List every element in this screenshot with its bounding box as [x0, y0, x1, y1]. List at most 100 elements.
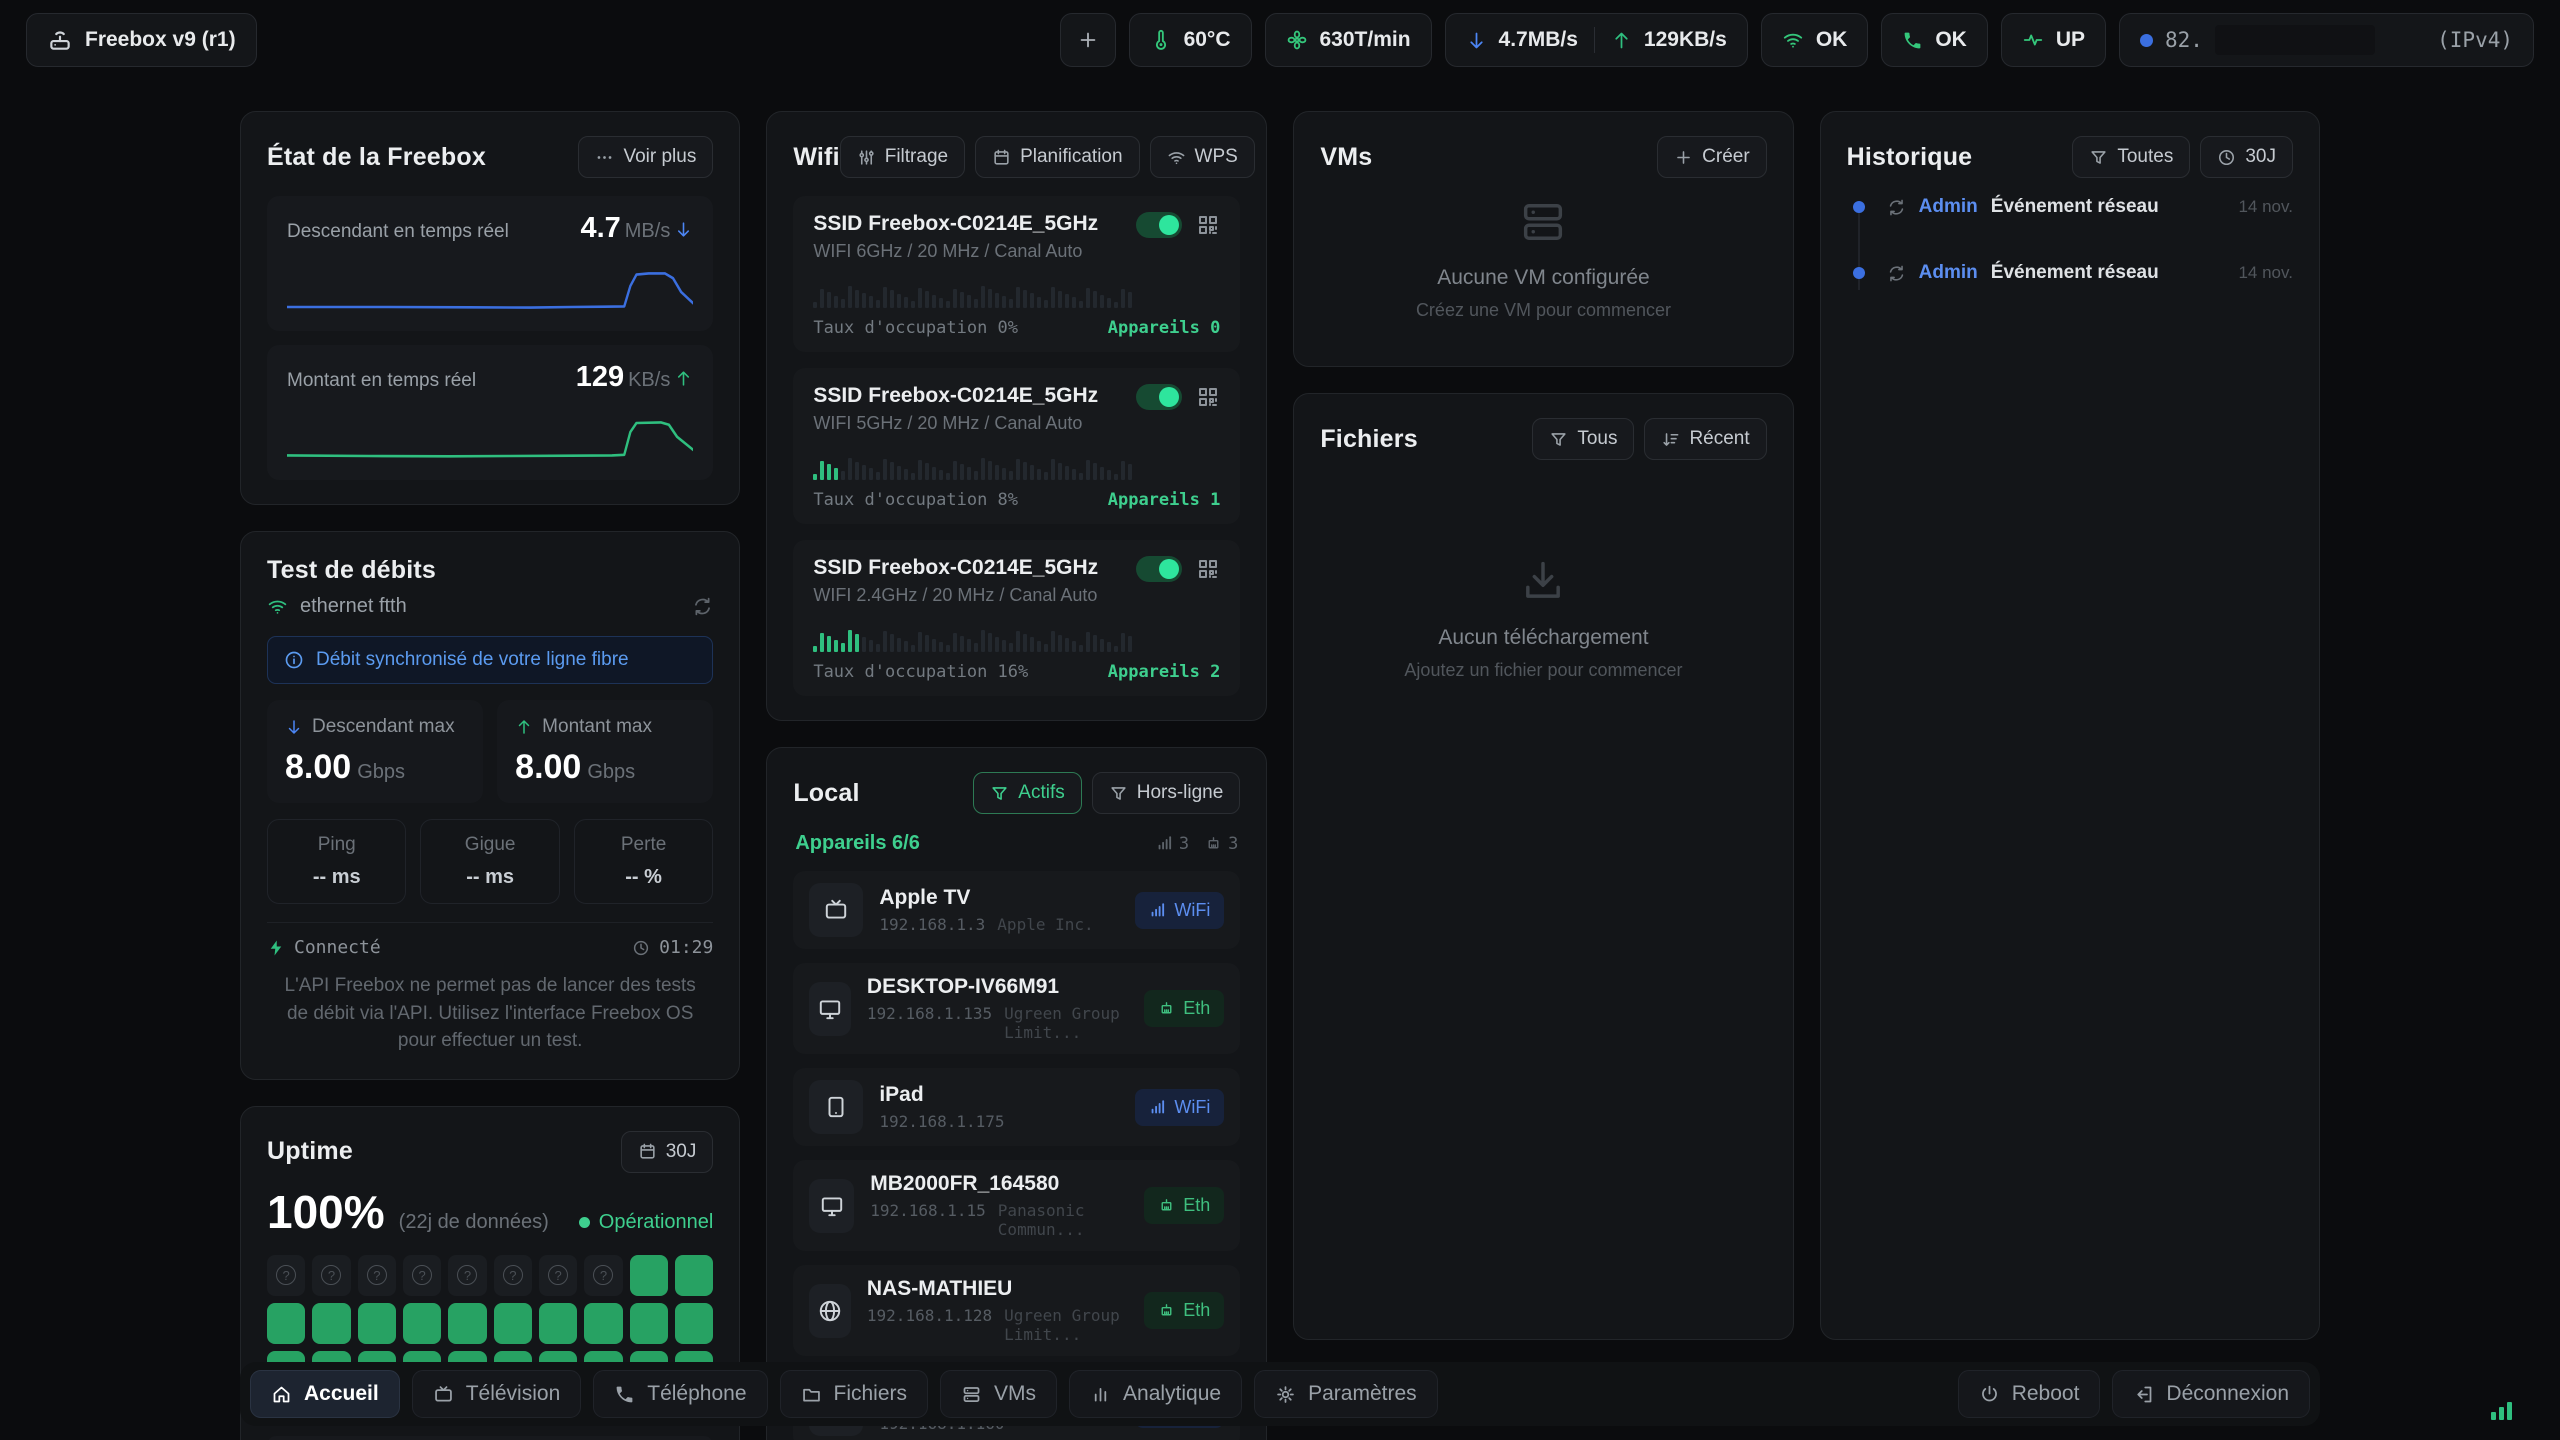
history-range-button[interactable]: 30J — [2200, 136, 2293, 178]
ethernet-icon — [1158, 1197, 1175, 1214]
nav-item-television[interactable]: Télévision — [412, 1370, 582, 1418]
uptime-day-ok[interactable] — [630, 1303, 668, 1344]
fan-speed-value: 630T/min — [1320, 28, 1411, 52]
nav-item-telephone[interactable]: Téléphone — [593, 1370, 767, 1418]
qr-code-icon[interactable] — [1196, 213, 1220, 237]
fan-speed-chip[interactable]: 630T/min — [1265, 13, 1432, 67]
download-label: Descendant en temps réel — [287, 221, 509, 243]
ssid-details: WIFI 6GHz / 20 MHz / Canal Auto — [813, 241, 1098, 262]
uptime-day-unknown[interactable]: ? — [267, 1255, 305, 1296]
uptime-day-ok[interactable] — [358, 1303, 396, 1344]
upload-arrow-icon — [515, 718, 533, 736]
info-icon — [284, 650, 304, 670]
uptime-day-ok[interactable] — [403, 1303, 441, 1344]
files-filter-button[interactable]: Tous — [1532, 418, 1634, 460]
uptime-percent: 100% — [267, 1185, 385, 1239]
download-tray-icon — [1517, 556, 1569, 608]
wifi-toggle[interactable] — [1136, 212, 1182, 238]
bolt-icon — [267, 939, 285, 957]
device-row[interactable]: DESKTOP-IV66M91 192.168.1.135Ugreen Grou… — [793, 963, 1240, 1054]
uptime-day-ok[interactable] — [539, 1303, 577, 1344]
download-arrow-icon — [285, 718, 303, 736]
see-more-button[interactable]: Voir plus — [578, 136, 713, 178]
history-event[interactable]: Admin Événement réseau 14 nov. — [1853, 262, 2293, 284]
nav-item-vms[interactable]: VMs — [940, 1370, 1057, 1418]
phone-status-chip[interactable]: OK — [1881, 13, 1988, 67]
card-title: Fichiers — [1320, 425, 1417, 454]
history-timeline: Admin Événement réseau 14 nov. Admin Évé… — [1853, 196, 2293, 284]
column-2: Wifi Filtrage Planification WPS — [766, 111, 1267, 1340]
app-logo-chip[interactable]: Freebox v9 (r1) — [26, 13, 257, 67]
uptime-day-ok[interactable] — [675, 1303, 713, 1344]
temperature-chip[interactable]: 60°C — [1129, 13, 1252, 67]
qr-code-icon[interactable] — [1196, 557, 1220, 581]
nav-item-parametres[interactable]: Paramètres — [1254, 1370, 1438, 1418]
uptime-day-unknown[interactable]: ? — [494, 1255, 532, 1296]
filter-offline-button[interactable]: Hors-ligne — [1092, 772, 1241, 814]
files-sort-button[interactable]: Récent — [1644, 418, 1766, 460]
nav-item-analytique[interactable]: Analytique — [1069, 1370, 1242, 1418]
wifi-status-chip[interactable]: OK — [1761, 13, 1869, 67]
uptime-range-button[interactable]: 30J — [621, 1131, 714, 1173]
activity-icon — [2022, 29, 2044, 51]
device-row[interactable]: Apple TV 192.168.1.3Apple Inc. WiFi — [793, 871, 1240, 949]
wifi-toggle[interactable] — [1136, 556, 1182, 582]
create-vm-button[interactable]: Créer — [1657, 136, 1767, 178]
connection-badge: WiFi — [1135, 1089, 1224, 1126]
logout-button[interactable]: Déconnexion — [2112, 1370, 2310, 1418]
uptime-day-ok[interactable] — [448, 1303, 486, 1344]
ethernet-icon — [1205, 835, 1222, 852]
uptime-day-unknown[interactable]: ? — [403, 1255, 441, 1296]
uptime-day-unknown[interactable]: ? — [448, 1255, 486, 1296]
folder-icon — [801, 1384, 822, 1405]
device-row[interactable]: NAS-MATHIEU 192.168.1.128Ugreen Group Li… — [793, 1265, 1240, 1356]
status-time: 01:29 — [659, 937, 713, 958]
download-rate: 4.7MB/s — [1499, 28, 1578, 52]
reboot-button[interactable]: Reboot — [1958, 1370, 2101, 1418]
nav-item-accueil[interactable]: Accueil — [250, 1370, 400, 1418]
channel-spectrum — [813, 628, 1220, 652]
upload-arrow-icon — [1611, 30, 1632, 51]
uptime-day-unknown[interactable]: ? — [584, 1255, 622, 1296]
uptime-day-ok[interactable] — [675, 1255, 713, 1296]
uptime-day-unknown[interactable]: ? — [312, 1255, 350, 1296]
divider — [1594, 27, 1595, 53]
wifi-schedule-button[interactable]: Planification — [975, 136, 1139, 178]
column-3: VMs Créer Aucune VM configurée Créez une… — [1293, 111, 1793, 1340]
vms-empty-state: Aucune VM configurée Créez une VM pour c… — [1320, 196, 1766, 321]
line-status-chip[interactable]: UP — [2001, 13, 2106, 67]
ethernet-icon — [1158, 1000, 1175, 1017]
wifi-toggle[interactable] — [1136, 384, 1182, 410]
uptime-day-ok[interactable] — [584, 1303, 622, 1344]
timeline-dot — [1853, 201, 1865, 213]
download-max-value: 8.00Gbps — [285, 748, 465, 787]
uptime-day-ok[interactable] — [630, 1255, 668, 1296]
uptime-day-ok[interactable] — [267, 1303, 305, 1344]
phone-icon — [614, 1384, 635, 1405]
globe-icon — [817, 1298, 843, 1324]
throughput-chip[interactable]: 4.7MB/s 129KB/s — [1445, 13, 1748, 67]
filter-active-button[interactable]: Actifs — [973, 772, 1081, 814]
history-filter-button[interactable]: Toutes — [2072, 136, 2190, 178]
device-row[interactable]: MB2000FR_164580 192.168.1.15Panasonic Co… — [793, 1160, 1240, 1251]
qr-code-icon[interactable] — [1196, 385, 1220, 409]
wifi-filter-button[interactable]: Filtrage — [840, 136, 965, 178]
uptime-day-ok[interactable] — [312, 1303, 350, 1344]
refresh-icon[interactable] — [692, 596, 713, 617]
occupancy-label: Taux d'occupation 8% — [813, 490, 1018, 510]
nav-item-fichiers[interactable]: Fichiers — [780, 1370, 929, 1418]
tv-icon — [823, 897, 849, 923]
uptime-day-ok[interactable] — [494, 1303, 532, 1344]
card-title: Test de débits — [267, 556, 436, 585]
occupancy-label: Taux d'occupation 0% — [813, 318, 1018, 338]
add-widget-button[interactable] — [1060, 13, 1116, 67]
uptime-day-unknown[interactable]: ? — [358, 1255, 396, 1296]
device-row[interactable]: iPad 192.168.1.175 WiFi — [793, 1068, 1240, 1146]
home-icon — [271, 1384, 292, 1405]
wps-button[interactable]: WPS — [1150, 136, 1255, 178]
devices-count: Appareils 0 — [1108, 318, 1221, 338]
uptime-day-unknown[interactable]: ? — [539, 1255, 577, 1296]
public-ip-chip[interactable]: 82. (IPv4) — [2119, 13, 2534, 67]
card-title: Local — [793, 779, 859, 808]
history-event[interactable]: Admin Événement réseau 14 nov. — [1853, 196, 2293, 218]
